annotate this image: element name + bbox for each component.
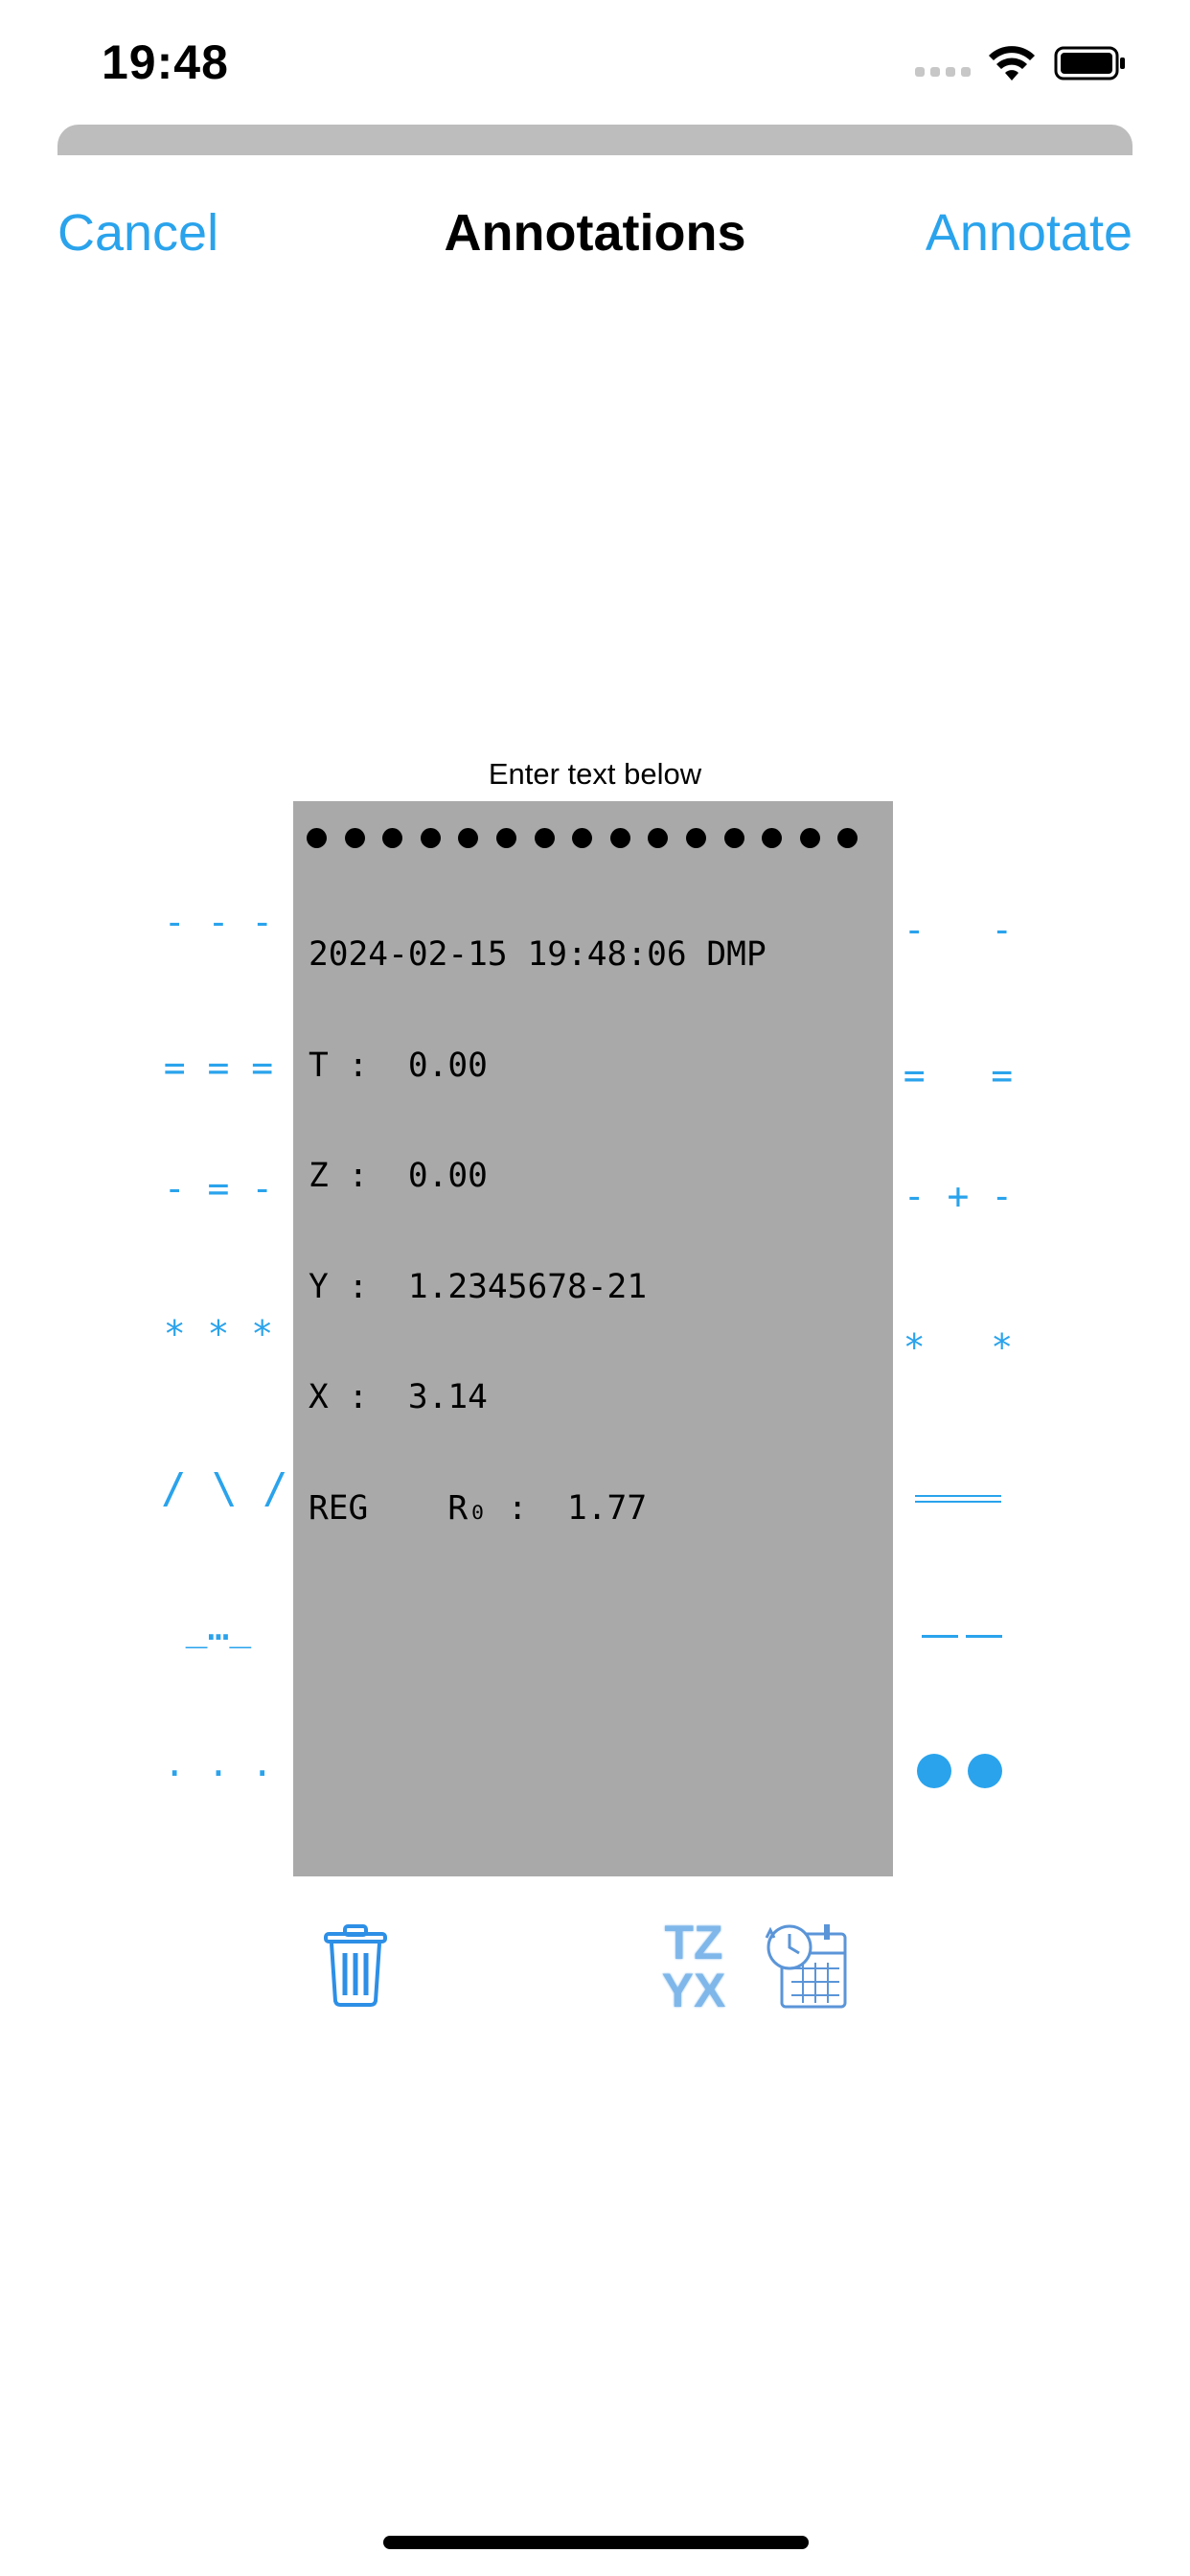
paper-line: 2024-02-15 19:48:06 DMP [309, 935, 767, 974]
paper-line: Y : 1.2345678-21 [309, 1267, 648, 1306]
paper-line: X : 3.14 [309, 1378, 488, 1416]
annotation-zigzag-button[interactable]: / \ / [161, 1464, 287, 1513]
cellular-signal-icon [915, 67, 971, 77]
paper-dot [344, 828, 365, 848]
paper-dot [723, 828, 744, 848]
paper-dot [648, 828, 669, 848]
stack-register-bottom: YX [661, 1964, 726, 2017]
paper-dot [837, 828, 858, 848]
paper-dot [382, 828, 403, 848]
paper-dot [307, 828, 327, 848]
paper-dot [799, 828, 820, 848]
annotation-long-dash-button[interactable] [922, 1635, 958, 1638]
paper-text: 2024-02-15 19:48:06 DMP T : 0.00 Z : 0.0… [309, 862, 767, 1600]
paper-dot [495, 828, 516, 848]
battery-icon [1054, 46, 1125, 80]
paper-dot [762, 828, 783, 848]
paper-dot [458, 828, 479, 848]
enter-text-prompt: Enter text below [488, 757, 702, 791]
annotation-spaced-stars-button[interactable]: * * [901, 1326, 1016, 1368]
trash-icon[interactable] [322, 1924, 389, 2007]
annotation-big-dot-button[interactable] [968, 1754, 1002, 1788]
home-indicator[interactable] [383, 2536, 809, 2549]
wifi-icon [989, 46, 1035, 80]
annotation-long-dash-button[interactable] [966, 1635, 1002, 1638]
stack-register-button[interactable]: TZ YX [657, 1919, 730, 2014]
annotation-dashes-button[interactable]: - - - [161, 901, 276, 943]
paper-dot [685, 828, 706, 848]
paper-dot [534, 828, 555, 848]
paper-dot [609, 828, 630, 848]
stack-register-top: TZ [664, 1916, 723, 1969]
annotation-dash-equals-button[interactable]: - = - [161, 1167, 276, 1209]
paper-dot [572, 828, 593, 848]
status-time: 19:48 [102, 35, 229, 89]
annotation-spaced-equals-button[interactable]: = = [901, 1054, 1016, 1096]
annotation-double-line-button[interactable] [915, 1495, 1001, 1503]
annotation-text-area[interactable]: 2024-02-15 19:48:06 DMP T : 0.00 Z : 0.0… [293, 801, 893, 1876]
annotation-underscore-dots-button[interactable]: _…_ [161, 1606, 276, 1648]
annotation-equals-button[interactable]: = = = [161, 1046, 276, 1089]
paper-line: T : 0.00 [309, 1046, 488, 1085]
annotation-stars-button[interactable]: * * * [161, 1313, 276, 1355]
annotation-dash-plus-button[interactable]: - + - [901, 1175, 1016, 1217]
paper-line: Z : 0.00 [309, 1157, 488, 1195]
annotation-spaced-dashes-button[interactable]: - - [901, 908, 1016, 951]
calendar-clock-icon[interactable] [763, 1920, 851, 2012]
annotate-button[interactable]: Annotate [926, 203, 1133, 263]
dot-row [307, 828, 858, 848]
annotation-big-dot-button[interactable] [917, 1754, 951, 1788]
annotation-dots-button[interactable]: . . . [161, 1742, 276, 1784]
paper-line: REG R₀ : 1.77 [309, 1488, 648, 1528]
paper-dot [420, 828, 441, 848]
